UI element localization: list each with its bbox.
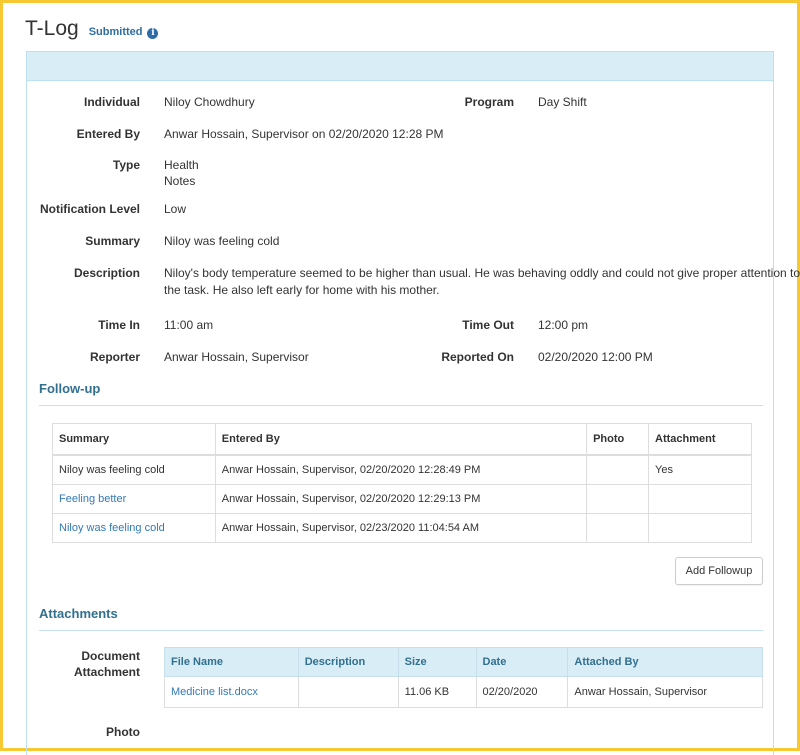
entered-by-label: Entered By — [76, 127, 140, 141]
table-row: Niloy was feeling cold Anwar Hossain, Su… — [52, 454, 752, 485]
program-label: Program — [464, 95, 514, 109]
followup-entered-by-cell: Anwar Hossain, Supervisor, 02/23/2020 11… — [214, 513, 588, 543]
type-label: Type — [112, 158, 140, 172]
reported-on-label: Reported On — [441, 350, 514, 364]
page-title: T-Log — [25, 17, 79, 40]
file-attached-by-cell: Anwar Hossain, Supervisor — [567, 676, 763, 708]
col-header-file-name[interactable]: File Name — [164, 647, 299, 677]
reporter-value: Anwar Hossain, Supervisor — [164, 350, 309, 364]
attachments-header-row: File Name Description Size Date Attached… — [164, 647, 763, 677]
individual-label: Individual — [83, 95, 140, 109]
followup-photo-cell — [586, 484, 650, 514]
info-icon[interactable]: i — [147, 28, 159, 39]
attachments-divider — [39, 630, 763, 631]
table-row: Feeling better Anwar Hossain, Supervisor… — [52, 484, 752, 514]
file-date-cell: 02/20/2020 — [475, 676, 569, 708]
notification-level-label: Notification Level — [39, 202, 140, 216]
followup-summary-cell: Niloy was feeling cold — [52, 454, 216, 485]
followup-section-title: Follow-up — [39, 381, 101, 396]
time-out-value: 12:00 pm — [538, 318, 589, 332]
followup-attachment-cell — [648, 513, 752, 543]
description-value-2: the task. He also left early for home wi… — [164, 283, 440, 297]
col-header-attached-by[interactable]: Attached By — [567, 647, 763, 677]
description-value-1: Niloy's body temperature seemed to be hi… — [164, 266, 800, 280]
attachments-table: File Name Description Size Date Attached… — [164, 647, 763, 708]
file-size-cell: 11.06 KB — [397, 676, 477, 708]
panel-header — [27, 52, 773, 81]
col-header-attachment[interactable]: Attachment — [648, 423, 752, 456]
followup-table: Summary Entered By Photo Attachment Nilo… — [52, 423, 752, 543]
reported-on-value: 02/20/2020 12:00 PM — [538, 350, 653, 364]
table-row: Medicine list.docx 11.06 KB 02/20/2020 A… — [164, 676, 763, 708]
individual-value: Niloy Chowdhury — [164, 95, 255, 109]
followup-attachment-cell: Yes — [648, 454, 752, 485]
page-header: T-Log Submitted i — [25, 17, 159, 41]
photo-label: Photo — [106, 725, 140, 739]
followup-header-row: Summary Entered By Photo Attachment — [52, 423, 752, 456]
table-row: Niloy was feeling cold Anwar Hossain, Su… — [52, 513, 752, 543]
type-value-1: Health — [164, 158, 199, 172]
attachments-section-title: Attachments — [39, 606, 118, 621]
time-in-value: 11:00 am — [164, 318, 214, 332]
document-attachment-label-1: Document — [81, 649, 140, 663]
followup-entered-by-cell: Anwar Hossain, Supervisor, 02/20/2020 12… — [214, 454, 588, 485]
followup-summary-link[interactable]: Feeling better — [52, 484, 216, 514]
time-out-label: Time Out — [462, 318, 514, 332]
entered-by-value: Anwar Hossain, Supervisor on 02/20/2020 … — [164, 127, 444, 141]
time-in-label: Time In — [98, 318, 140, 332]
summary-label: Summary — [85, 234, 140, 248]
description-label: Description — [73, 266, 140, 280]
followup-attachment-cell — [648, 484, 752, 514]
followup-summary-link[interactable]: Niloy was feeling cold — [52, 513, 216, 543]
notification-level-value: Low — [164, 202, 187, 216]
col-header-summary[interactable]: Summary — [52, 423, 216, 456]
col-header-date[interactable]: Date — [475, 647, 569, 677]
col-header-entered-by[interactable]: Entered By — [214, 423, 588, 456]
followup-photo-cell — [586, 454, 650, 485]
add-followup-button[interactable]: Add Followup — [675, 557, 763, 585]
type-value-2: Notes — [164, 174, 196, 188]
document-attachment-label-2: Attachment — [73, 665, 140, 679]
col-header-photo[interactable]: Photo — [586, 423, 650, 456]
followup-entered-by-cell: Anwar Hossain, Supervisor, 02/20/2020 12… — [214, 484, 588, 514]
followup-divider — [39, 405, 763, 406]
file-name-link[interactable]: Medicine list.docx — [164, 676, 299, 708]
status-badge: Submitted — [88, 26, 143, 38]
file-description-cell — [297, 676, 399, 708]
followup-photo-cell — [586, 513, 650, 543]
program-value: Day Shift — [538, 95, 587, 109]
reporter-label: Reporter — [89, 350, 140, 364]
col-header-description[interactable]: Description — [297, 647, 399, 677]
summary-value: Niloy was feeling cold — [164, 234, 280, 248]
col-header-size[interactable]: Size — [397, 647, 477, 677]
